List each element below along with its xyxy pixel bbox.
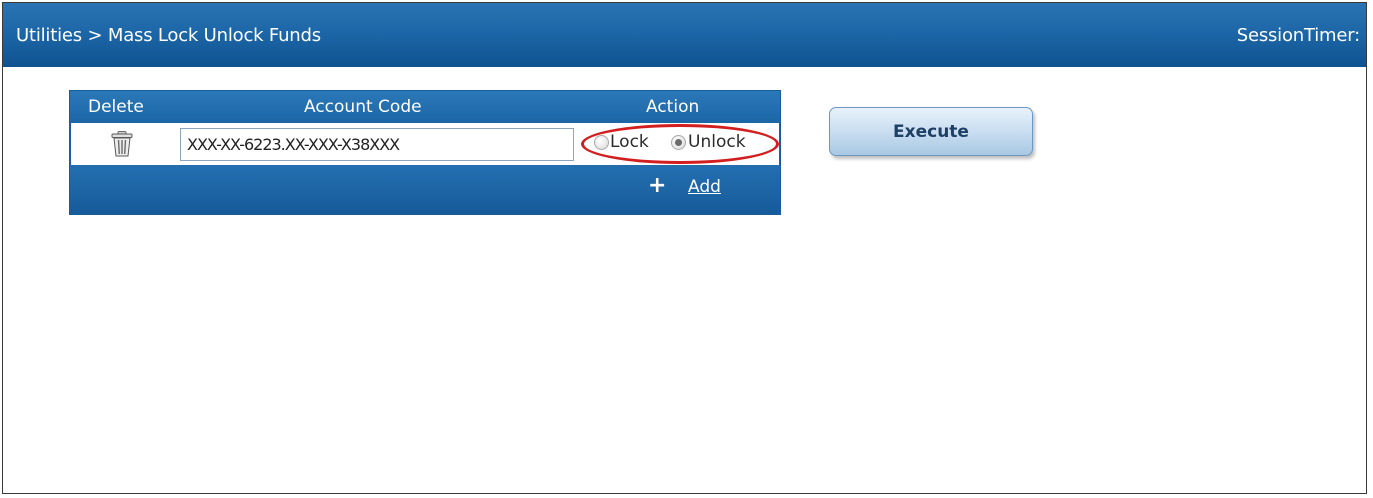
column-header-delete: Delete [88,97,144,117]
action-radio-group: Lock Unlock [591,131,781,159]
trash-icon[interactable] [110,131,134,157]
add-row-link[interactable]: Add [688,177,721,197]
column-header-account-code: Account Code [304,97,422,117]
execute-button[interactable]: Execute [829,107,1033,156]
table-row: Lock Unlock [71,123,779,165]
column-header-action: Action [646,97,700,117]
funds-table: Delete Account Code Action Lock [69,90,781,215]
unlock-radio-label[interactable]: Unlock [688,132,746,152]
page-header: Utilities > Mass Lock Unlock Funds Sessi… [3,3,1366,67]
table-footer: + Add [70,165,780,214]
session-timer: SessionTimer: [1236,25,1360,46]
lock-radio-label[interactable]: Lock [610,132,649,152]
unlock-radio[interactable] [671,135,686,150]
table-header: Delete Account Code Action [70,91,780,123]
lock-radio[interactable] [594,135,609,150]
account-code-input[interactable] [180,128,574,161]
plus-icon[interactable]: + [648,175,666,197]
breadcrumb: Utilities > Mass Lock Unlock Funds [16,25,321,46]
app-window: Utilities > Mass Lock Unlock Funds Sessi… [2,2,1367,494]
